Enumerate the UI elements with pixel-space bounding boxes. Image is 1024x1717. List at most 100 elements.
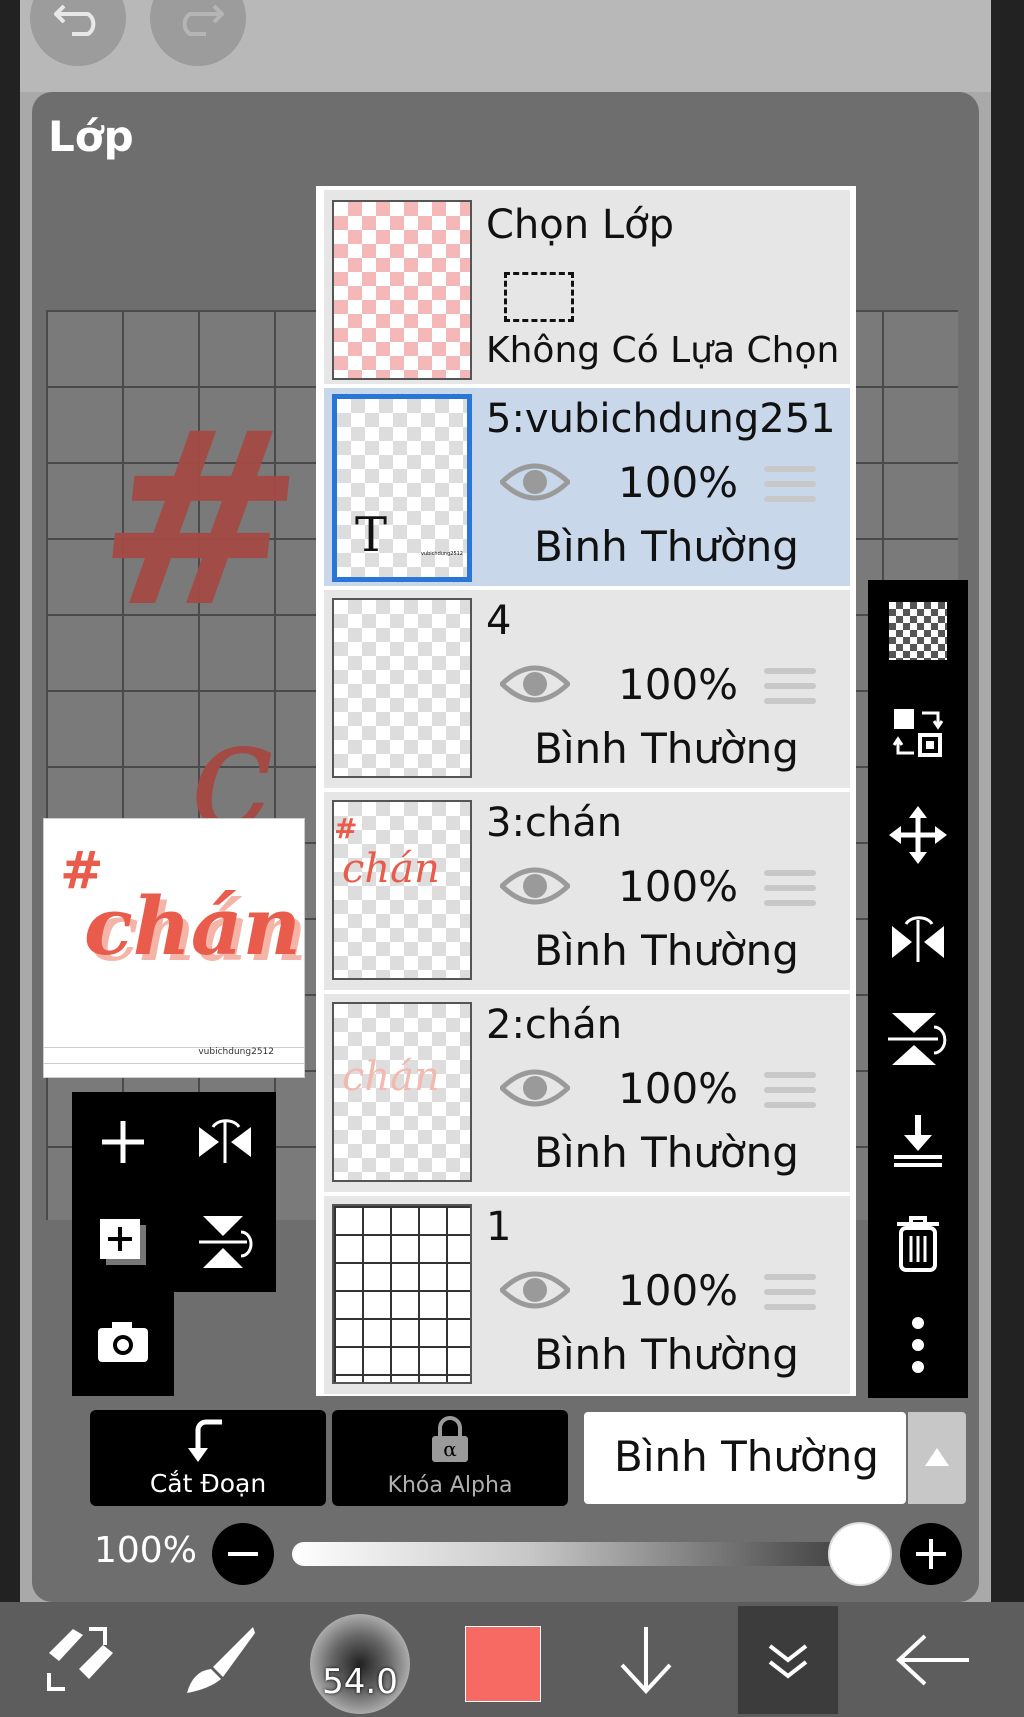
drag-handle[interactable] bbox=[764, 668, 816, 713]
layer-blend-mode: Bình Thường bbox=[534, 1330, 799, 1379]
color-swatch-button[interactable] bbox=[465, 1626, 541, 1702]
thumbnail-caption: vubichdung2512 bbox=[420, 551, 463, 557]
layer-list: Chọn Lớp Không Có Lựa Chọn T vubichdung2… bbox=[316, 186, 856, 1396]
alpha-lock-button[interactable]: α Khóa Alpha bbox=[332, 1410, 568, 1506]
eye-icon[interactable] bbox=[500, 864, 570, 908]
lock-icon: α bbox=[432, 1416, 468, 1462]
eye-icon[interactable] bbox=[500, 460, 570, 504]
layer-thumbnail: chán bbox=[332, 1002, 472, 1182]
eye-icon[interactable] bbox=[500, 1066, 570, 1110]
layer-thumbnail bbox=[332, 598, 472, 778]
camera-button[interactable] bbox=[72, 1292, 174, 1392]
layer-opacity: 100% bbox=[618, 458, 739, 507]
selection-layer-title: Chọn Lớp bbox=[486, 202, 674, 248]
right-edge bbox=[991, 0, 1024, 1717]
more-options-button[interactable] bbox=[868, 1294, 968, 1396]
caret-up-icon bbox=[925, 1448, 949, 1466]
layer-menu-button[interactable] bbox=[738, 1606, 838, 1714]
minus-icon bbox=[228, 1552, 258, 1556]
canvas-hash-mark: # bbox=[85, 380, 316, 660]
preview-word: chán bbox=[84, 879, 301, 973]
duplicate-layer-button[interactable] bbox=[72, 1192, 174, 1292]
flip-horizontal-right-button[interactable] bbox=[868, 886, 968, 988]
svg-text:α: α bbox=[443, 1437, 457, 1461]
panel-title: Lớp bbox=[48, 112, 134, 161]
add-layer-button[interactable] bbox=[72, 1092, 174, 1192]
layer-name: 3:chán bbox=[486, 800, 623, 846]
flip-horizontal-button[interactable] bbox=[174, 1092, 276, 1192]
opacity-increase-button[interactable] bbox=[900, 1523, 962, 1585]
layer-row-4[interactable]: 4 100% Bình Thường bbox=[324, 590, 850, 790]
layer-row-2[interactable]: chán 2:chán 100% Bình Thường bbox=[324, 994, 850, 1194]
flip-vertical-icon bbox=[199, 1216, 253, 1268]
opacity-slider-handle[interactable] bbox=[828, 1522, 892, 1586]
blend-mode-select[interactable]: Bình Thường bbox=[584, 1412, 906, 1504]
layer-name: 1 bbox=[486, 1204, 512, 1250]
camera-icon bbox=[98, 1322, 148, 1362]
text-layer-letter: T bbox=[355, 507, 388, 563]
duplicate-layer-icon bbox=[100, 1219, 146, 1265]
preview-signature: vubichdung2512 bbox=[198, 1047, 274, 1057]
drag-handle[interactable] bbox=[764, 1274, 816, 1319]
top-bar bbox=[20, 0, 991, 92]
clipping-button[interactable]: Cắt Đoạn bbox=[90, 1410, 326, 1506]
merge-down-button[interactable] bbox=[868, 1090, 968, 1192]
layer-opacity: 100% bbox=[618, 1266, 739, 1315]
arrow-left-icon bbox=[896, 1634, 969, 1686]
flip-horizontal-icon bbox=[199, 1119, 251, 1163]
brush-size-button[interactable]: 54.0 bbox=[310, 1614, 410, 1714]
trash-icon bbox=[897, 1216, 939, 1272]
undo-icon bbox=[54, 4, 96, 36]
canvas-preview[interactable]: # chán vubichdung2512 bbox=[43, 818, 305, 1078]
left-edge bbox=[0, 0, 20, 1717]
blend-mode-value: Bình Thường bbox=[614, 1432, 879, 1481]
layer-blend-mode: Bình Thường bbox=[534, 522, 799, 571]
layer-opacity: 100% bbox=[618, 1064, 739, 1113]
clipping-label: Cắt Đoạn bbox=[149, 1469, 267, 1498]
brush-icon bbox=[187, 1627, 255, 1693]
layer-row-3[interactable]: # chán 3:chán 100% Bình Thường bbox=[324, 792, 850, 992]
layer-name: 2:chán bbox=[486, 1002, 623, 1048]
layer-blend-mode: Bình Thường bbox=[534, 724, 799, 773]
layer-blend-mode: Bình Thường bbox=[534, 926, 799, 975]
drag-handle[interactable] bbox=[764, 1072, 816, 1117]
layer-row-1[interactable]: 1 100% Bình Thường bbox=[324, 1196, 850, 1394]
move-layer-button[interactable] bbox=[868, 784, 968, 886]
eye-icon[interactable] bbox=[500, 1268, 570, 1312]
opacity-label: 100% bbox=[94, 1530, 197, 1571]
brush-tool-button[interactable] bbox=[180, 1610, 260, 1710]
opacity-slider[interactable] bbox=[292, 1542, 886, 1566]
delete-layer-button[interactable] bbox=[868, 1192, 968, 1294]
more-vertical-icon bbox=[912, 1317, 924, 1373]
plus-icon bbox=[916, 1539, 946, 1569]
selection-layer-row[interactable]: Chọn Lớp Không Có Lựa Chọn bbox=[324, 190, 850, 386]
merge-down-icon bbox=[894, 1115, 942, 1167]
undo-button[interactable] bbox=[30, 0, 126, 66]
thumbnail-text: chán bbox=[342, 846, 440, 892]
redo-icon bbox=[182, 4, 224, 36]
layer-down-button[interactable] bbox=[606, 1610, 686, 1710]
redo-button[interactable] bbox=[150, 0, 246, 66]
flip-vertical-right-button[interactable] bbox=[868, 988, 968, 1090]
layer-row-5[interactable]: T vubichdung2512 5:vubichdung251 100% Bì… bbox=[324, 388, 850, 588]
transform-icon bbox=[47, 1627, 113, 1691]
transform-tool-button[interactable] bbox=[40, 1610, 120, 1710]
back-button[interactable] bbox=[888, 1610, 978, 1710]
blend-mode-dropdown-button[interactable] bbox=[908, 1412, 966, 1504]
layer-opacity: 100% bbox=[618, 660, 739, 709]
flip-vertical-button[interactable] bbox=[174, 1192, 276, 1292]
drag-handle[interactable] bbox=[764, 466, 816, 511]
left-toolbox-extra bbox=[72, 1292, 174, 1396]
layer-name: 5:vubichdung251 bbox=[486, 396, 836, 442]
thumbnail-hash: # bbox=[334, 812, 358, 845]
transparent-fill-button[interactable] bbox=[868, 580, 968, 682]
drag-handle[interactable] bbox=[764, 870, 816, 915]
layer-blend-mode: Bình Thường bbox=[534, 1128, 799, 1177]
selection-layer-thumbnail bbox=[332, 200, 472, 380]
checkerboard-icon bbox=[889, 602, 947, 660]
opacity-decrease-button[interactable] bbox=[212, 1523, 274, 1585]
eye-icon[interactable] bbox=[500, 662, 570, 706]
swap-icon bbox=[892, 709, 944, 757]
swap-layer-button[interactable] bbox=[868, 682, 968, 784]
arrow-down-icon bbox=[620, 1627, 672, 1694]
